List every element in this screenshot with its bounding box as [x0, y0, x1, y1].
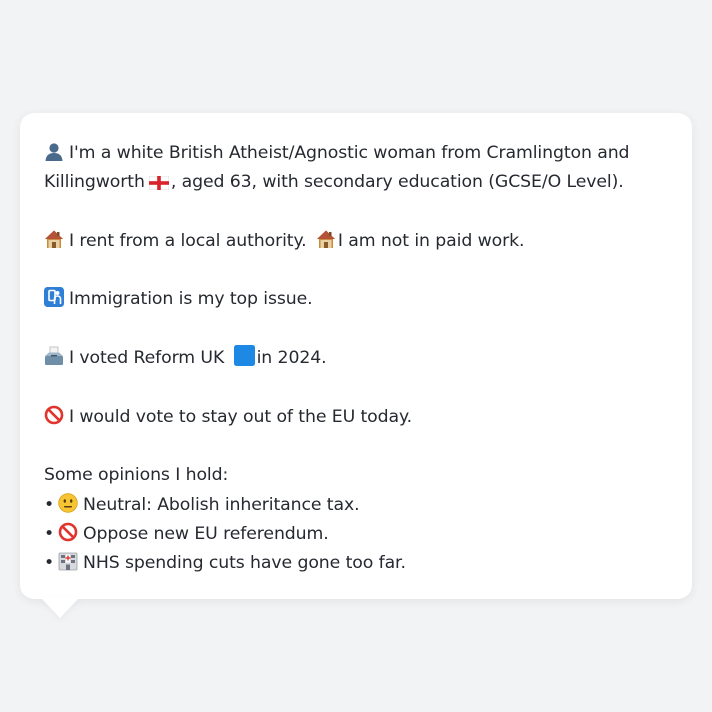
intro-text-1: I'm a white British Atheist/Agnostic wom…	[69, 143, 630, 163]
bullet: •	[44, 523, 55, 544]
blue-square-icon	[233, 345, 255, 367]
housing-text-a: I rent from a local authority.	[69, 230, 307, 251]
bullet: •	[44, 553, 55, 574]
ballot-box-icon	[45, 346, 63, 366]
vote-line: I voted Reform UK in 2024.	[44, 344, 668, 373]
opinions-section: Some opinions I hold: • Neutral: Abolish…	[44, 461, 668, 578]
opinion-text: Neutral: Abolish inheritance tax.	[83, 494, 360, 515]
vote-text-b: in 2024.	[256, 348, 327, 369]
intro-text-2b: , aged 63, with secondary education (GCS…	[170, 172, 624, 193]
housing-paragraph: I rent from a local authority. I am not …	[44, 227, 668, 256]
opinion-item: • NHS spending cuts have gone too far.	[44, 549, 668, 578]
bullet: •	[44, 494, 55, 515]
opinion-text: Oppose new EU referendum.	[83, 523, 329, 544]
house-icon	[316, 230, 335, 248]
opinion-item: • Oppose new EU referendum.	[44, 520, 668, 549]
housing-line: I rent from a local authority. I am not …	[44, 227, 668, 256]
intro-line-1: I'm a white British Atheist/Agnostic wom…	[44, 139, 668, 168]
profile-text: I'm a white British Atheist/Agnostic wom…	[44, 139, 668, 578]
prohibited-icon	[58, 522, 78, 542]
eu-text: I would vote to stay out of the EU today…	[69, 406, 413, 427]
hospital-icon	[58, 552, 78, 571]
opinions-heading: Some opinions I hold:	[44, 465, 229, 486]
intro-paragraph: I'm a white British Atheist/Agnostic wom…	[44, 139, 668, 198]
bubble-tail	[40, 597, 80, 618]
vote-paragraph: I voted Reform UK in 2024.	[44, 344, 668, 373]
opinion-item: • Neutral: Abolish inheritance tax.	[44, 491, 668, 520]
prohibited-icon	[44, 405, 64, 424]
eu-paragraph: I would vote to stay out of the EU today…	[44, 403, 668, 432]
eu-line: I would vote to stay out of the EU today…	[44, 403, 668, 432]
england-flag-icon	[148, 176, 169, 191]
issue-text: Immigration is my top issue.	[69, 289, 313, 310]
intro-line-2: Killingworth , aged 63, with secondary e…	[44, 168, 668, 197]
housing-text-b: I am not in paid work.	[337, 230, 525, 251]
message-bubble: I'm a white British Atheist/Agnostic wom…	[20, 113, 692, 599]
issue-paragraph: Immigration is my top issue.	[44, 285, 668, 314]
vote-text-a: I voted Reform UK	[69, 348, 225, 369]
bust-silhouette-icon	[44, 141, 64, 161]
house-icon	[45, 230, 63, 248]
passport-control-icon	[44, 287, 64, 308]
opinion-text: NHS spending cuts have gone too far.	[83, 553, 406, 574]
issue-line: Immigration is my top issue.	[44, 285, 668, 314]
intro-text-2a: Killingworth	[44, 172, 145, 193]
neutral-face-icon	[58, 492, 78, 513]
